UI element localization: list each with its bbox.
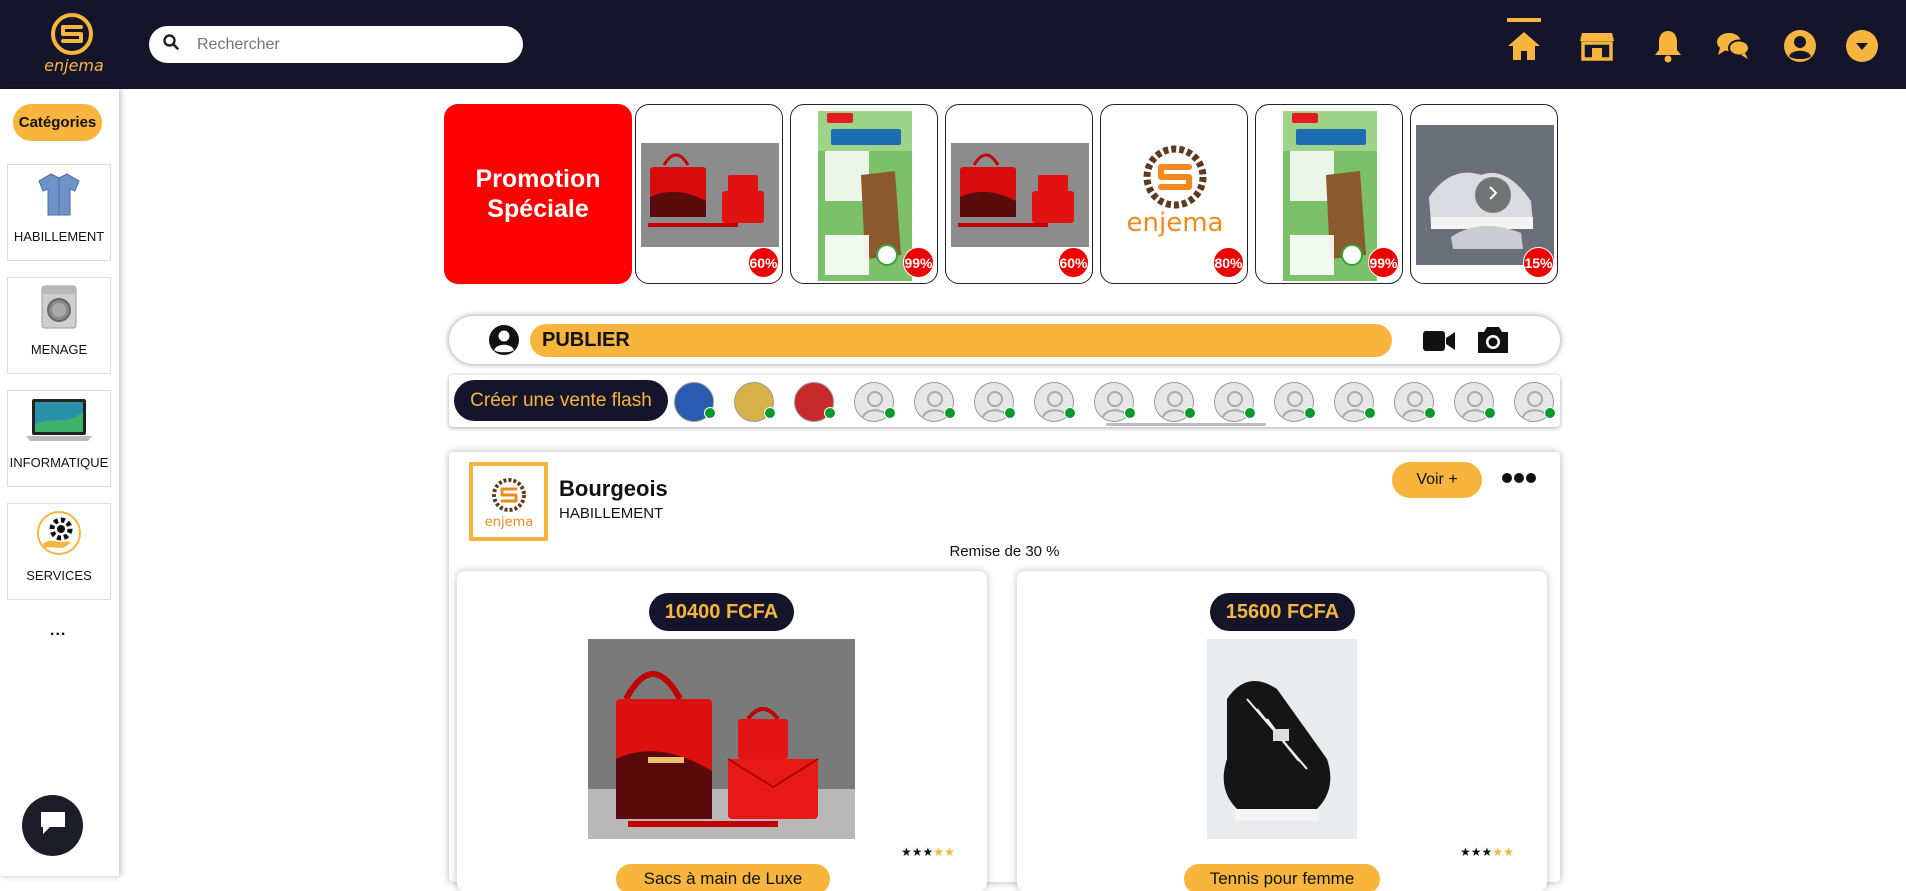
publish-button[interactable]: PUBLIER (530, 324, 1392, 357)
create-flash-sale-button[interactable]: Créer une vente flash (454, 380, 668, 421)
star-icon: ★ (1492, 845, 1504, 859)
online-indicator (1184, 407, 1196, 419)
store-icon[interactable] (1577, 26, 1617, 66)
online-indicator (1244, 407, 1256, 419)
shirt-icon (37, 171, 81, 220)
post-options-button[interactable] (1502, 468, 1536, 489)
washing-machine-icon (40, 284, 78, 333)
online-indicator (1064, 407, 1076, 419)
svg-text:enjema: enjema (44, 56, 104, 75)
home-icon[interactable] (1504, 26, 1544, 66)
stories-scrollbar[interactable] (1106, 423, 1266, 426)
chevron-down-icon[interactable] (1842, 26, 1882, 66)
user-avatar-icon[interactable] (488, 324, 520, 361)
product-name[interactable]: Tennis pour femme (1184, 864, 1380, 891)
online-indicator (764, 407, 776, 419)
online-indicator (1484, 407, 1496, 419)
discount-badge: 60% (748, 247, 779, 278)
user-icon[interactable] (1780, 26, 1820, 66)
chat-bubble-icon (38, 810, 68, 841)
discount-badge: 15% (1523, 247, 1554, 278)
promo-card[interactable]: 60% (945, 104, 1093, 284)
sidebar-item-habillement[interactable]: HABILLEMENT (7, 164, 111, 261)
promo-card[interactable]: 60% (635, 104, 783, 284)
price-badge: 10400 FCFA (649, 593, 794, 631)
more-options-icon (1502, 473, 1536, 483)
sidebar-item-label: HABILLEMENT (13, 229, 105, 244)
shop-logo[interactable]: enjema (469, 462, 548, 541)
online-indicator (1544, 407, 1556, 419)
enjema-logo[interactable]: enjema (36, 12, 112, 76)
discount-badge: 99% (1368, 247, 1399, 278)
svg-text:enjema: enjema (1127, 208, 1224, 238)
flash-sale-bar: Créer une vente flash (449, 375, 1560, 427)
categories-button[interactable]: Catégories (13, 104, 102, 141)
discount-badge: 80% (1213, 247, 1244, 278)
see-more-button[interactable]: Voir + (1392, 462, 1482, 498)
star-icon: ★ (933, 845, 945, 859)
promo-card[interactable]: 15% (1410, 104, 1558, 284)
discount-text: Remise de 30 % (949, 543, 1060, 560)
star-icon: ★ (944, 845, 955, 859)
chevron-right-icon (1486, 185, 1500, 206)
promo-card[interactable]: 99% (790, 104, 938, 284)
price-badge: 15600 FCFA (1210, 593, 1355, 631)
star-icon: ★ (1460, 845, 1471, 859)
rating-stars: ★★★★★ (901, 845, 955, 859)
sidebar-item-informatique[interactable]: INFORMATIQUE (7, 390, 111, 487)
category-sidebar: Catégories HABILLEMENT MENAGE INFORMATIQ… (0, 89, 119, 876)
online-indicator (1424, 407, 1436, 419)
carousel-next-button[interactable] (1475, 177, 1511, 213)
sidebar-item-label: INFORMATIQUE (9, 455, 109, 470)
star-icon: ★ (911, 845, 923, 859)
discount-badge: 60% (1058, 247, 1089, 278)
chat-icon[interactable] (1713, 26, 1753, 66)
video-camera-icon[interactable] (1422, 329, 1456, 358)
online-indicator (1304, 407, 1316, 419)
publish-bar: PUBLIER (449, 316, 1560, 364)
sidebar-item-services[interactable]: SERVICES (7, 503, 111, 600)
laptop-icon (24, 397, 94, 446)
star-icon: ★ (901, 845, 912, 859)
services-gear-icon (35, 510, 83, 559)
sidebar-item-label: MENAGE (30, 342, 88, 357)
product-image-sneakers (1207, 639, 1357, 839)
special-promotion-banner[interactable]: Promotion Spéciale (444, 104, 632, 284)
bell-icon[interactable] (1648, 26, 1688, 66)
online-indicator (944, 407, 956, 419)
search-icon (163, 34, 179, 55)
chat-fab-button[interactable] (22, 795, 83, 856)
camera-icon[interactable] (1476, 325, 1510, 360)
sidebar-item-menage[interactable]: MENAGE (7, 277, 111, 374)
shop-name[interactable]: Bourgeois (559, 476, 668, 502)
promotion-title: Promotion Spéciale (475, 165, 601, 223)
more-categories-button[interactable]: ... (50, 622, 66, 640)
shop-post: enjema Bourgeois HABILLEMENT Voir + Remi… (449, 452, 1560, 891)
star-icon: ★ (922, 845, 934, 859)
online-indicator (1124, 407, 1136, 419)
search-input[interactable] (197, 35, 497, 54)
online-indicator (1004, 407, 1016, 419)
rating-stars: ★★★★★ (1460, 845, 1514, 859)
top-navbar: enjema (0, 0, 1906, 89)
product-card[interactable]: 10400 FCFA ★★★★★ Sacs à main de Luxe (457, 571, 987, 891)
online-indicator (884, 407, 896, 419)
sidebar-item-label: SERVICES (26, 568, 92, 583)
product-name[interactable]: Sacs à main de Luxe (616, 864, 830, 891)
discount-badge: 99% (903, 247, 934, 278)
online-indicator (1364, 407, 1376, 419)
promo-card[interactable]: 99% (1255, 104, 1403, 284)
product-card[interactable]: 15600 FCFA ★★★★★ Tennis pour femme (1017, 571, 1547, 891)
search-box[interactable] (149, 26, 523, 63)
product-image-bags (588, 639, 855, 839)
star-icon: ★ (1481, 845, 1493, 859)
shop-category: HABILLEMENT (559, 505, 664, 522)
online-indicator (704, 407, 716, 419)
active-nav-indicator (1507, 18, 1541, 22)
star-icon: ★ (1503, 845, 1514, 859)
promo-card[interactable]: enjema 80% (1100, 104, 1248, 284)
svg-text:enjema: enjema (484, 515, 532, 530)
star-icon: ★ (1470, 845, 1482, 859)
online-indicator (824, 407, 836, 419)
